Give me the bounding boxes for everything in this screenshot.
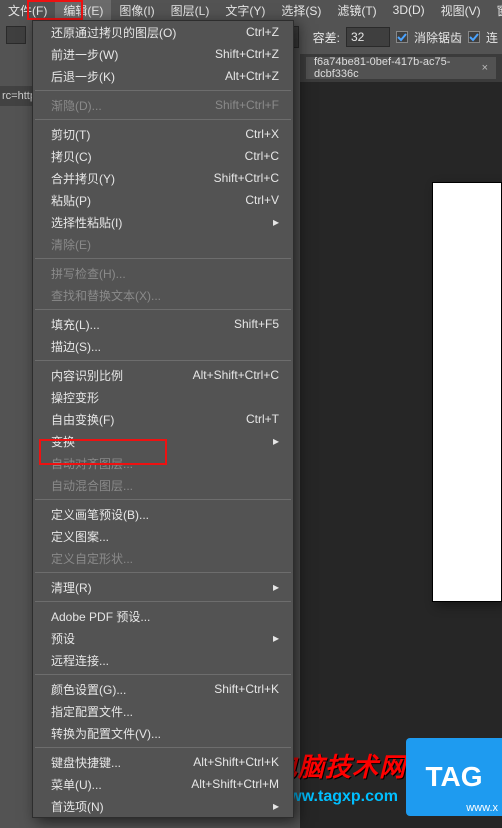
menu-3d[interactable]: 3D(D) [385, 1, 433, 19]
menuitem-cut[interactable]: 剪切(T)Ctrl+X [33, 123, 293, 145]
menuitem-define-brush[interactable]: 定义画笔预设(B)... [33, 503, 293, 525]
antialias-label: 消除锯齿 [414, 29, 462, 46]
contiguous-label: 连 [486, 29, 498, 46]
menuitem-remote-connection[interactable]: 远程连接... [33, 649, 293, 671]
menuitem-copy-merged[interactable]: 合并拷贝(Y)Shift+Ctrl+C [33, 167, 293, 189]
submenu-arrow-icon: ▸ [273, 434, 279, 448]
watermark-url: www.tagxp.com [277, 788, 398, 806]
menuitem-convert-profile[interactable]: 转换为配置文件(V)... [33, 722, 293, 744]
menu-window[interactable]: 窗口 [489, 0, 502, 21]
menu-separator [35, 119, 291, 120]
menuitem-transform[interactable]: 变换▸ [33, 430, 293, 452]
menu-view[interactable]: 视图(V) [433, 0, 489, 21]
menuitem-define-pattern[interactable]: 定义图案... [33, 525, 293, 547]
menuitem-define-shape: 定义自定形状... [33, 547, 293, 569]
menu-separator [35, 309, 291, 310]
document-tab-title: f6a74be81-0bef-417b-ac75-dcbf336c [314, 56, 476, 80]
submenu-arrow-icon: ▸ [273, 799, 279, 813]
menuitem-clear: 清除(E) [33, 233, 293, 255]
menuitem-puppet-warp[interactable]: 操控变形 [33, 386, 293, 408]
submenu-arrow-icon: ▸ [273, 215, 279, 229]
menuitem-menus[interactable]: 菜单(U)...Alt+Shift+Ctrl+M [33, 773, 293, 795]
document-tabbar: f6a74be81-0bef-417b-ac75-dcbf336c × [300, 54, 502, 82]
menu-layer[interactable]: 图层(L) [163, 0, 218, 21]
menu-separator [35, 747, 291, 748]
edit-menu-dropdown: 还原通过拷贝的图层(O)Ctrl+Z 前进一步(W)Shift+Ctrl+Z 后… [32, 20, 294, 818]
menu-separator [35, 360, 291, 361]
left-edge: rc=http [0, 20, 32, 828]
options-bar: 容差: 消除锯齿 连 [271, 20, 502, 54]
menuitem-content-aware-scale[interactable]: 内容识别比例Alt+Shift+Ctrl+C [33, 364, 293, 386]
menu-select[interactable]: 选择(S) [273, 0, 329, 21]
menuitem-step-backward[interactable]: 后退一步(K)Alt+Ctrl+Z [33, 65, 293, 87]
menuitem-auto-align: 自动对齐图层... [33, 452, 293, 474]
menuitem-purge[interactable]: 清理(R)▸ [33, 576, 293, 598]
menuitem-preferences[interactable]: 首选项(N)▸ [33, 795, 293, 817]
tolerance-input[interactable] [346, 27, 390, 47]
submenu-arrow-icon: ▸ [273, 631, 279, 645]
menu-separator [35, 601, 291, 602]
menuitem-spellcheck: 拼写检查(H)... [33, 262, 293, 284]
menuitem-assign-profile[interactable]: 指定配置文件... [33, 700, 293, 722]
menuitem-keyboard-shortcuts[interactable]: 键盘快捷键...Alt+Shift+Ctrl+K [33, 751, 293, 773]
menuitem-stroke[interactable]: 描边(S)... [33, 335, 293, 357]
watermark-tag-sub: www.x [466, 802, 498, 814]
menu-filter[interactable]: 滤镜(T) [329, 0, 384, 21]
menuitem-step-forward[interactable]: 前进一步(W)Shift+Ctrl+Z [33, 43, 293, 65]
menuitem-find-replace: 查找和替换文本(X)... [33, 284, 293, 306]
menubar: 文件(F) 编辑(E) 图像(I) 图层(L) 文字(Y) 选择(S) 滤镜(T… [0, 0, 502, 20]
menuitem-presets[interactable]: 预设▸ [33, 627, 293, 649]
menu-separator [35, 499, 291, 500]
menu-image[interactable]: 图像(I) [111, 0, 162, 21]
document-tab[interactable]: f6a74be81-0bef-417b-ac75-dcbf336c × [306, 57, 496, 79]
menuitem-pdf-presets[interactable]: Adobe PDF 预设... [33, 605, 293, 627]
contiguous-checkbox[interactable] [468, 31, 480, 43]
menu-separator [35, 258, 291, 259]
menuitem-color-settings[interactable]: 颜色设置(G)...Shift+Ctrl+K [33, 678, 293, 700]
menuitem-fade: 渐隐(D)...Shift+Ctrl+F [33, 94, 293, 116]
canvas-area[interactable] [300, 82, 502, 828]
tolerance-label: 容差: [313, 29, 340, 46]
menu-file[interactable]: 文件(F) [0, 0, 55, 21]
submenu-arrow-icon: ▸ [273, 580, 279, 594]
menu-separator [35, 90, 291, 91]
menu-edit[interactable]: 编辑(E) [55, 0, 111, 21]
menuitem-paste[interactable]: 粘贴(P)Ctrl+V [33, 189, 293, 211]
menuitem-fill[interactable]: 填充(L)...Shift+F5 [33, 313, 293, 335]
src-hint: rc=http [0, 86, 32, 106]
menuitem-undo[interactable]: 还原通过拷贝的图层(O)Ctrl+Z [33, 21, 293, 43]
menu-type[interactable]: 文字(Y) [217, 0, 273, 21]
antialias-checkbox[interactable] [396, 31, 408, 43]
close-icon[interactable]: × [482, 62, 488, 74]
menuitem-copy[interactable]: 拷贝(C)Ctrl+C [33, 145, 293, 167]
menu-separator [35, 674, 291, 675]
canvas-document[interactable] [432, 182, 502, 602]
menuitem-auto-blend: 自动混合图层... [33, 474, 293, 496]
menuitem-free-transform[interactable]: 自由变换(F)Ctrl+T [33, 408, 293, 430]
menuitem-paste-special[interactable]: 选择性粘贴(I)▸ [33, 211, 293, 233]
tool-slot[interactable] [6, 26, 26, 44]
menu-separator [35, 572, 291, 573]
